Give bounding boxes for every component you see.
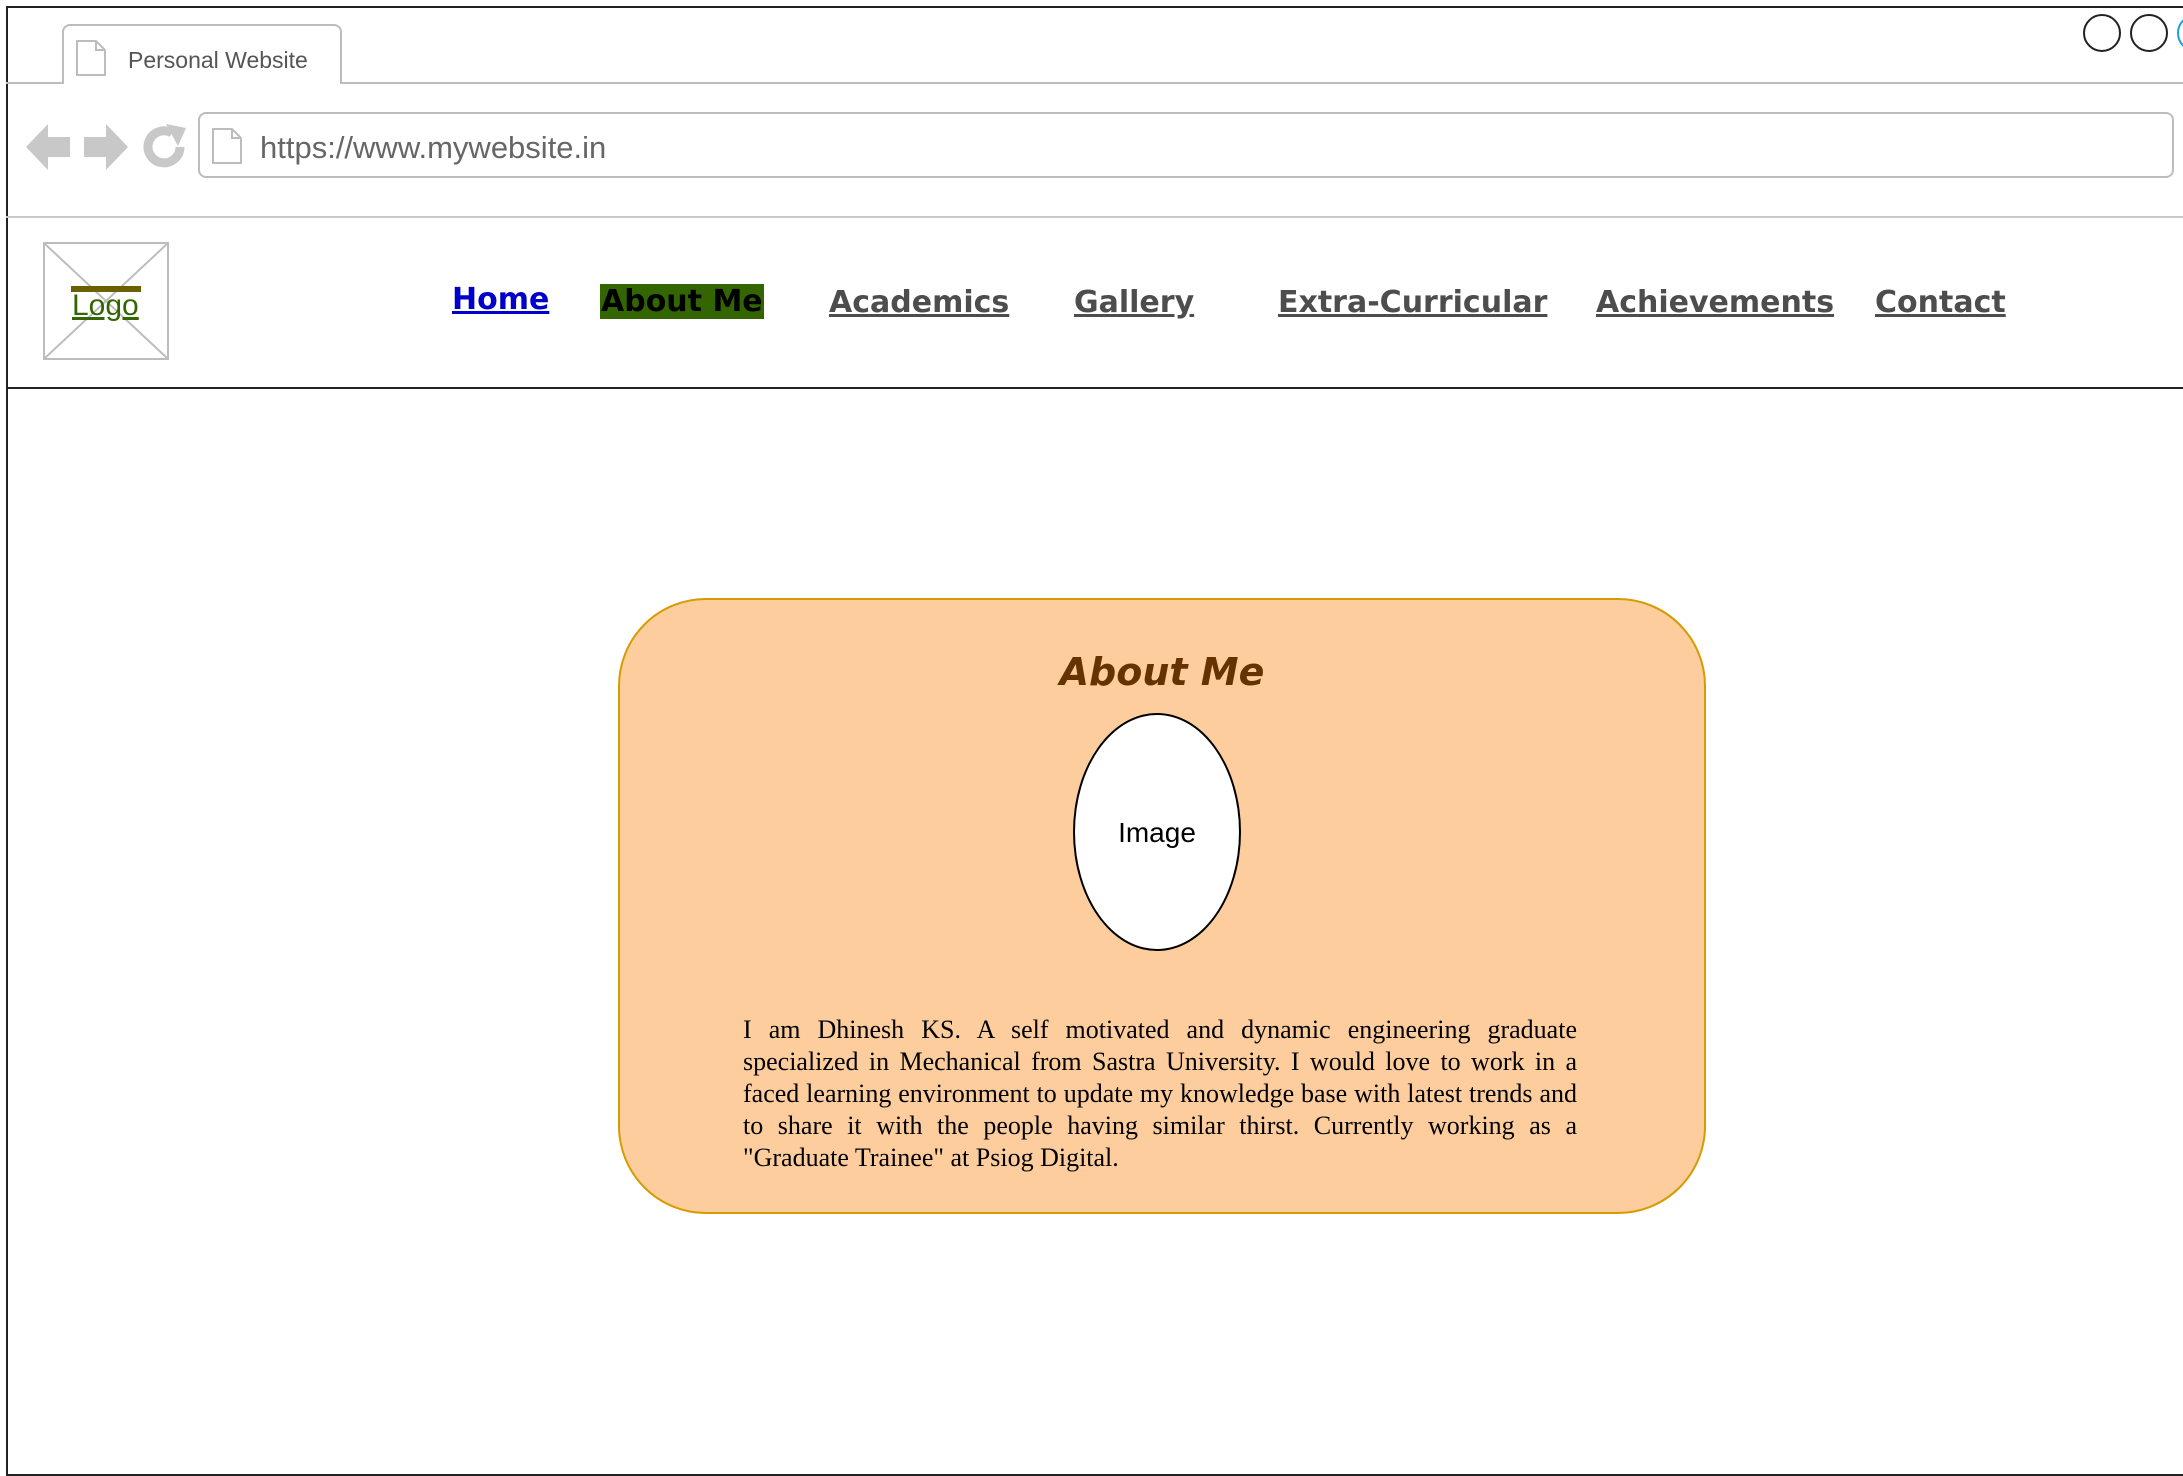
nav-home[interactable]: Home bbox=[452, 282, 549, 317]
logo-label: Logo bbox=[72, 289, 139, 322]
forward-arrow-icon[interactable] bbox=[82, 122, 128, 172]
about-me-title: About Me bbox=[1059, 650, 1265, 694]
url-text: https://www.mywebsite.in bbox=[260, 130, 607, 165]
nav-academics[interactable]: Academics bbox=[829, 285, 1009, 320]
about-me-card: About Me Image I am Dhinesh KS. A self m… bbox=[618, 598, 1706, 1214]
page-icon bbox=[76, 40, 106, 76]
address-bar[interactable]: https://www.mywebsite.in bbox=[198, 112, 2174, 178]
nav-about-me[interactable]: About Me bbox=[600, 284, 764, 319]
reload-icon[interactable] bbox=[142, 124, 188, 170]
browser-tab[interactable]: Personal Website bbox=[62, 24, 342, 84]
nav-achievements[interactable]: Achievements bbox=[1596, 285, 1834, 320]
site-logo[interactable]: Logo bbox=[43, 242, 169, 360]
page-icon bbox=[212, 128, 242, 164]
toolbar-divider bbox=[6, 216, 2183, 218]
window-minimize-button[interactable] bbox=[2083, 14, 2121, 52]
image-label: Image bbox=[1118, 817, 1196, 848]
nav-contact[interactable]: Contact bbox=[1875, 285, 2006, 320]
nav-extra-curricular[interactable]: Extra-Curricular bbox=[1278, 285, 1547, 320]
back-arrow-icon[interactable] bbox=[26, 122, 72, 172]
about-me-text: I am Dhinesh KS. A self motivated and dy… bbox=[743, 1015, 1577, 1172]
tab-title: Personal Website bbox=[128, 47, 308, 73]
window-maximize-button[interactable] bbox=[2130, 14, 2168, 52]
profile-image: Image bbox=[1073, 713, 1241, 951]
nav-gallery[interactable]: Gallery bbox=[1074, 285, 1194, 320]
header-divider bbox=[6, 387, 2183, 389]
